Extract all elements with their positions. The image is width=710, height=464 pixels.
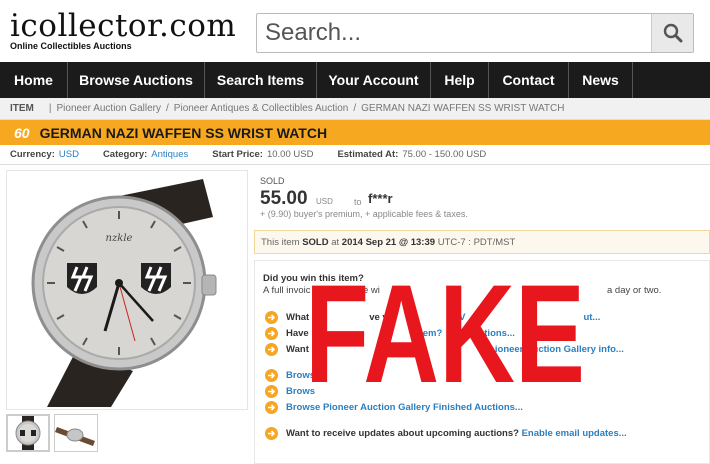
sold-label: SOLD	[260, 176, 285, 186]
site-logo[interactable]: icollector.com Online Collectibles Aucti…	[10, 8, 237, 51]
search-input[interactable]	[257, 14, 651, 52]
thumbnail-2[interactable]	[54, 414, 98, 452]
search-icon	[663, 23, 682, 43]
lot-info-row: Currency: USD Category: Antiques Start P…	[0, 145, 710, 165]
watch-side-thumbnail-icon	[55, 427, 95, 446]
arrow-circle-icon	[265, 327, 278, 340]
search-button[interactable]	[651, 14, 693, 52]
nav-contact[interactable]: Contact	[489, 62, 569, 98]
price-currency: USD	[316, 197, 333, 206]
start-price-label: Start Price:	[212, 149, 263, 160]
breadcrumb-current: GERMAN NAZI WAFFEN SS WRIST WATCH	[361, 103, 565, 114]
search-box	[256, 13, 694, 53]
nav-home[interactable]: Home	[0, 62, 68, 98]
fake-stamp-text: FAKE	[305, 270, 585, 390]
nav-news[interactable]: News	[569, 62, 633, 98]
arrow-circle-icon	[265, 369, 278, 382]
bullet-link[interactable]: Enable email updates...	[522, 428, 627, 439]
image-thumbnails	[6, 414, 248, 460]
lot-number: 60	[14, 124, 30, 141]
logo-tagline: Online Collectibles Auctions	[10, 41, 132, 51]
buyers-premium: + (9.90) buyer's premium, + applicable f…	[260, 209, 468, 219]
breadcrumb-separator: /	[353, 103, 357, 114]
sold-price: 55.00	[260, 188, 308, 209]
estimate-value: 75.00 - 150.00 USD	[402, 149, 487, 160]
arrow-circle-icon	[265, 385, 278, 398]
to-label: to	[354, 197, 362, 207]
bullet-row: Browse Pioneer Auction Gallery Finished …	[265, 401, 523, 414]
sold-word: SOLD	[302, 236, 329, 248]
bullet-text: Want to receive updates about upcoming a…	[286, 428, 519, 439]
breadcrumb-separator: |	[48, 103, 52, 114]
fake-stamp: FAKE	[305, 270, 585, 390]
sold-prefix: This item	[261, 236, 300, 248]
lot-main-image[interactable]: nzkle	[6, 170, 248, 410]
logo-text: icollector.com	[10, 8, 237, 44]
breadcrumb-link-auction[interactable]: Pioneer Antiques & Collectibles Auction	[174, 103, 349, 114]
watch-dial-text: nzkle	[106, 233, 133, 244]
breadcrumb-link-gallery[interactable]: Pioneer Auction Gallery	[57, 103, 162, 114]
breadcrumb-tag: ITEM	[10, 103, 34, 114]
currency-value[interactable]: USD	[59, 149, 79, 160]
winner-name: f***r	[368, 191, 393, 206]
nav-browse-auctions[interactable]: Browse Auctions	[68, 62, 205, 98]
sold-mid: at	[331, 236, 340, 248]
nav-help[interactable]: Help	[431, 62, 489, 98]
site-header: icollector.com Online Collectibles Aucti…	[0, 0, 710, 62]
bullet-text[interactable]: Browse Pioneer Auction Gallery	[286, 402, 430, 413]
sold-timezone: UTC-7 : PDT/MST	[437, 236, 516, 248]
arrow-circle-icon	[265, 401, 278, 414]
nav-search-items[interactable]: Search Items	[205, 62, 317, 98]
bullet-link[interactable]: ut...	[583, 312, 600, 323]
thumbnail-1[interactable]	[6, 414, 50, 452]
win-paragraph-tail: a day or two.	[607, 285, 662, 296]
sold-notice: This item SOLD at 2014 Sep 21 @ 13:39 UT…	[254, 230, 710, 254]
lot-title-bar: 60 GERMAN NAZI WAFFEN SS WRIST WATCH	[0, 120, 710, 145]
wrist-watch-image: nzkle	[31, 179, 217, 407]
breadcrumb-separator: /	[166, 103, 169, 114]
main-nav: Home Browse Auctions Search Items Your A…	[0, 62, 710, 98]
category-value[interactable]: Antiques	[151, 149, 188, 160]
start-price-value: 10.00 USD	[266, 149, 314, 160]
arrow-circle-icon	[265, 343, 278, 356]
lot-title: GERMAN NAZI WAFFEN SS WRIST WATCH	[39, 124, 328, 141]
nav-your-account[interactable]: Your Account	[317, 62, 431, 98]
bullet-link[interactable]: Finished Auctions...	[433, 402, 523, 413]
arrow-circle-icon	[265, 311, 278, 324]
sold-date: 2014 Sep 21 @ 13:39	[341, 236, 436, 248]
bullet-row: Want to receive updates about upcoming a…	[265, 427, 627, 440]
estimate-label: Estimated At:	[337, 149, 399, 160]
breadcrumb: ITEM | Pioneer Auction Gallery / Pioneer…	[0, 98, 710, 120]
category-label: Category:	[102, 149, 148, 160]
currency-label: Currency:	[10, 149, 55, 160]
arrow-circle-icon	[265, 427, 278, 440]
watch-thumbnail-icon	[15, 416, 41, 450]
